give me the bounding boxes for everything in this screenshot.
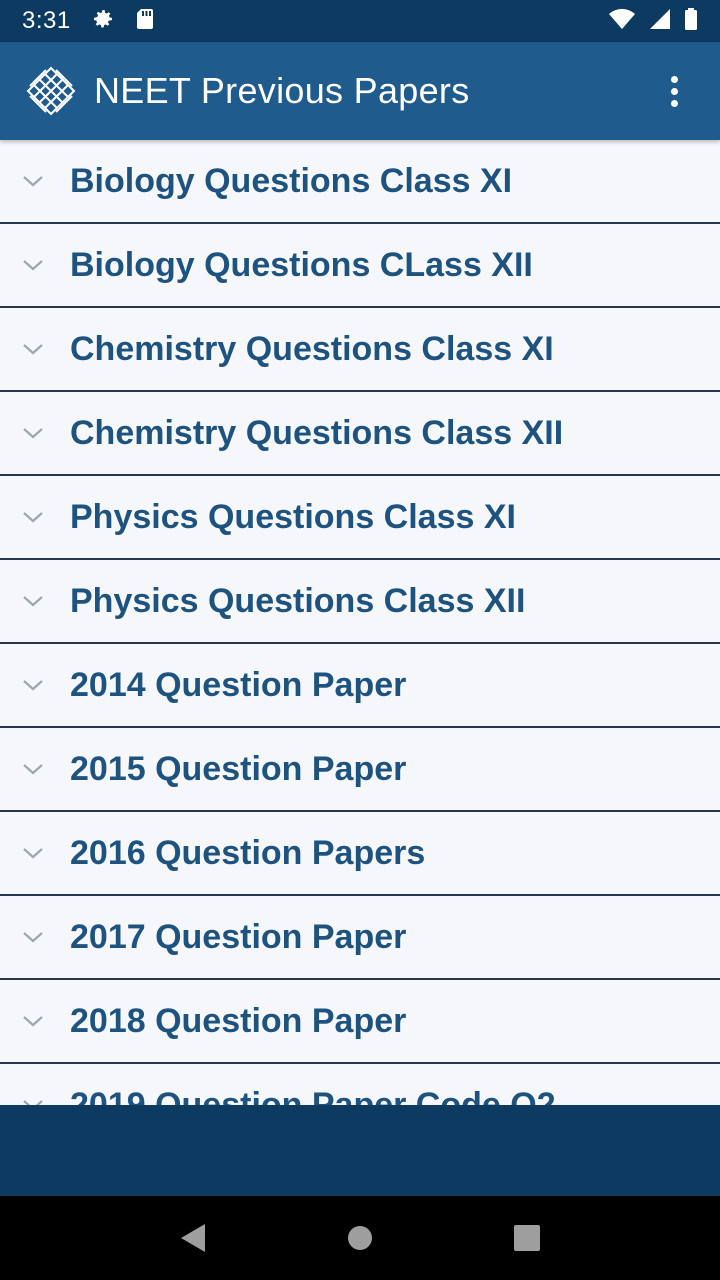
overflow-dot (670, 87, 678, 95)
list-item-label: Biology Questions Class XI (70, 161, 513, 200)
list-item[interactable]: 2015 Question Paper (0, 728, 720, 812)
list-item[interactable]: Chemistry Questions Class XI (0, 308, 720, 392)
back-triangle-icon[interactable] (163, 1208, 223, 1268)
list-item[interactable]: Biology Questions CLass XII (0, 224, 720, 308)
list-item-label: Chemistry Questions Class XII (70, 413, 564, 452)
list-item-label: 2017 Question Paper (70, 917, 407, 956)
app-bar: NEET Previous Papers (0, 42, 720, 140)
list-item-label: 2014 Question Paper (70, 665, 407, 704)
list-item[interactable]: 2017 Question Paper (0, 896, 720, 980)
list-item-label: 2016 Question Papers (70, 833, 426, 872)
overflow-dot (670, 99, 678, 107)
overflow-dot (670, 75, 678, 83)
status-left: 3:31 (22, 7, 155, 36)
list-item[interactable]: 2019 Question Paper Code Q2 (0, 1064, 720, 1105)
chevron-down-icon (20, 255, 46, 275)
chevron-down-icon (20, 339, 46, 359)
chevron-down-icon (20, 1011, 46, 1031)
more-vert-icon[interactable] (654, 61, 694, 121)
app-title: NEET Previous Papers (94, 70, 470, 111)
list-item[interactable]: 2016 Question Papers (0, 812, 720, 896)
chevron-down-icon (20, 675, 46, 695)
list-item[interactable]: Biology Questions Class XI (0, 140, 720, 224)
paper-list[interactable]: Biology Questions Class XI Biology Quest… (0, 140, 720, 1105)
list-item[interactable]: 2018 Question Paper (0, 980, 720, 1064)
status-right (608, 7, 698, 36)
status-time: 3:31 (22, 7, 71, 34)
list-item-label: Biology Questions CLass XII (70, 245, 533, 284)
list-item-label: Physics Questions Class XII (70, 581, 526, 620)
recents-square-icon[interactable] (497, 1208, 557, 1268)
chevron-down-icon (20, 423, 46, 443)
status-bar: 3:31 (0, 0, 720, 42)
list-item-label: 2019 Question Paper Code Q2 (70, 1085, 556, 1106)
chevron-down-icon (20, 591, 46, 611)
gear-icon (91, 7, 115, 36)
bottom-panel (0, 1105, 720, 1196)
chevron-down-icon (20, 171, 46, 191)
list-item[interactable]: 2014 Question Paper (0, 644, 720, 728)
chevron-down-icon (20, 927, 46, 947)
list-item-label: Chemistry Questions Class XI (70, 329, 554, 368)
list-item[interactable]: Chemistry Questions Class XII (0, 392, 720, 476)
app-logo-icon (26, 66, 76, 116)
sd-card-icon (135, 7, 155, 36)
chevron-down-icon (20, 843, 46, 863)
wifi-icon (608, 7, 636, 36)
list-item[interactable]: Physics Questions Class XI (0, 476, 720, 560)
chevron-down-icon (20, 759, 46, 779)
navigation-bar (0, 1196, 720, 1280)
chevron-down-icon (20, 507, 46, 527)
list-item-label: 2018 Question Paper (70, 1001, 407, 1040)
chevron-down-icon (20, 1095, 46, 1105)
battery-icon (684, 7, 698, 36)
list-item-label: Physics Questions Class XI (70, 497, 516, 536)
list-item-label: 2015 Question Paper (70, 749, 407, 788)
list-item[interactable]: Physics Questions Class XII (0, 560, 720, 644)
home-circle-icon[interactable] (330, 1208, 390, 1268)
signal-icon (648, 7, 672, 36)
